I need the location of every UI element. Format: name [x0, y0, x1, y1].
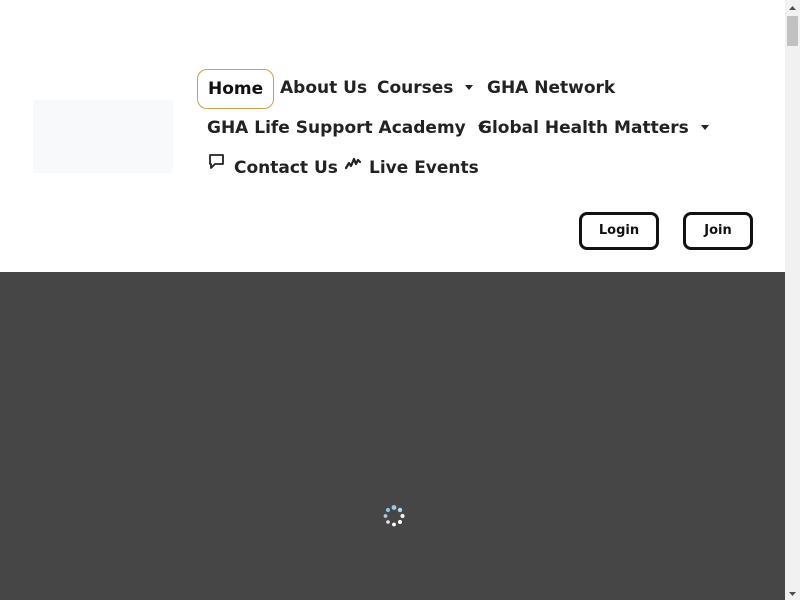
nav-gha-network-label: GHA Network — [487, 78, 616, 98]
nav-home-label: Home — [208, 79, 264, 99]
loading-spinner-icon — [382, 504, 406, 528]
pulse-icon — [344, 147, 362, 185]
nav-live-events-label: Live Events — [369, 158, 479, 178]
site-logo[interactable] — [33, 100, 173, 173]
nav-gha-life-support-academy[interactable]: GHA Life Support Academy — [207, 109, 486, 147]
nav-gha-network[interactable]: GHA Network — [487, 69, 615, 107]
nav-home[interactable]: Home — [197, 69, 275, 109]
login-button[interactable]: Login — [579, 212, 659, 250]
chevron-down-icon — [465, 84, 474, 90]
join-button[interactable]: Join — [683, 212, 753, 250]
nav-courses[interactable]: Courses — [377, 69, 474, 107]
nav-global-health-matters[interactable]: Global Health Matters — [478, 109, 709, 147]
vertical-scrollbar[interactable] — [785, 0, 800, 600]
scroll-up-arrow-icon[interactable] — [785, 0, 800, 14]
nav-global-health-label: Global Health Matters — [478, 118, 689, 138]
nav-about-us-label: About Us — [280, 78, 368, 98]
scrollbar-thumb[interactable] — [787, 16, 798, 46]
nav-courses-label: Courses — [377, 78, 454, 98]
page: Home About Us Courses GHA Network GHA Li… — [0, 0, 785, 600]
nav-academy-label: GHA Life Support Academy — [207, 118, 466, 138]
chevron-down-icon — [700, 124, 709, 130]
chat-bubble-icon — [207, 147, 226, 185]
nav-about-us[interactable]: About Us — [280, 69, 367, 107]
site-header: Home About Us Courses GHA Network GHA Li… — [0, 0, 785, 272]
nav-contact-us[interactable]: Contact Us — [207, 149, 338, 187]
scroll-down-arrow-icon[interactable] — [785, 586, 800, 600]
nav-contact-us-label: Contact Us — [234, 158, 338, 178]
nav-live-events[interactable]: Live Events — [344, 147, 479, 187]
hero-section — [0, 272, 785, 600]
